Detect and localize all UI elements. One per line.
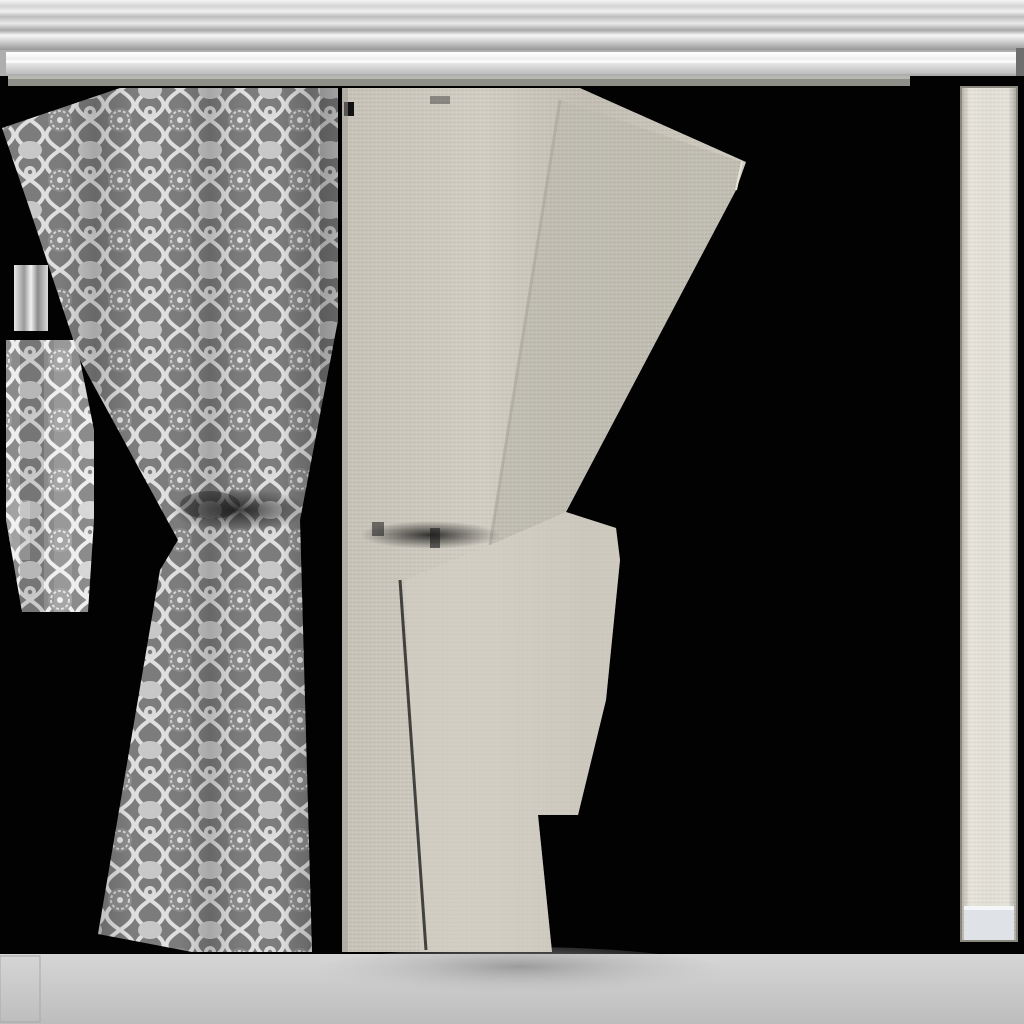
floor-strip bbox=[0, 947, 1024, 1024]
atlas-canvas bbox=[0, 0, 1024, 1024]
rod-texture-piece bbox=[14, 265, 48, 331]
linen-strip-panel bbox=[960, 86, 1018, 942]
texture-atlas bbox=[0, 0, 1024, 1024]
curtain-rail bbox=[0, 0, 1024, 86]
